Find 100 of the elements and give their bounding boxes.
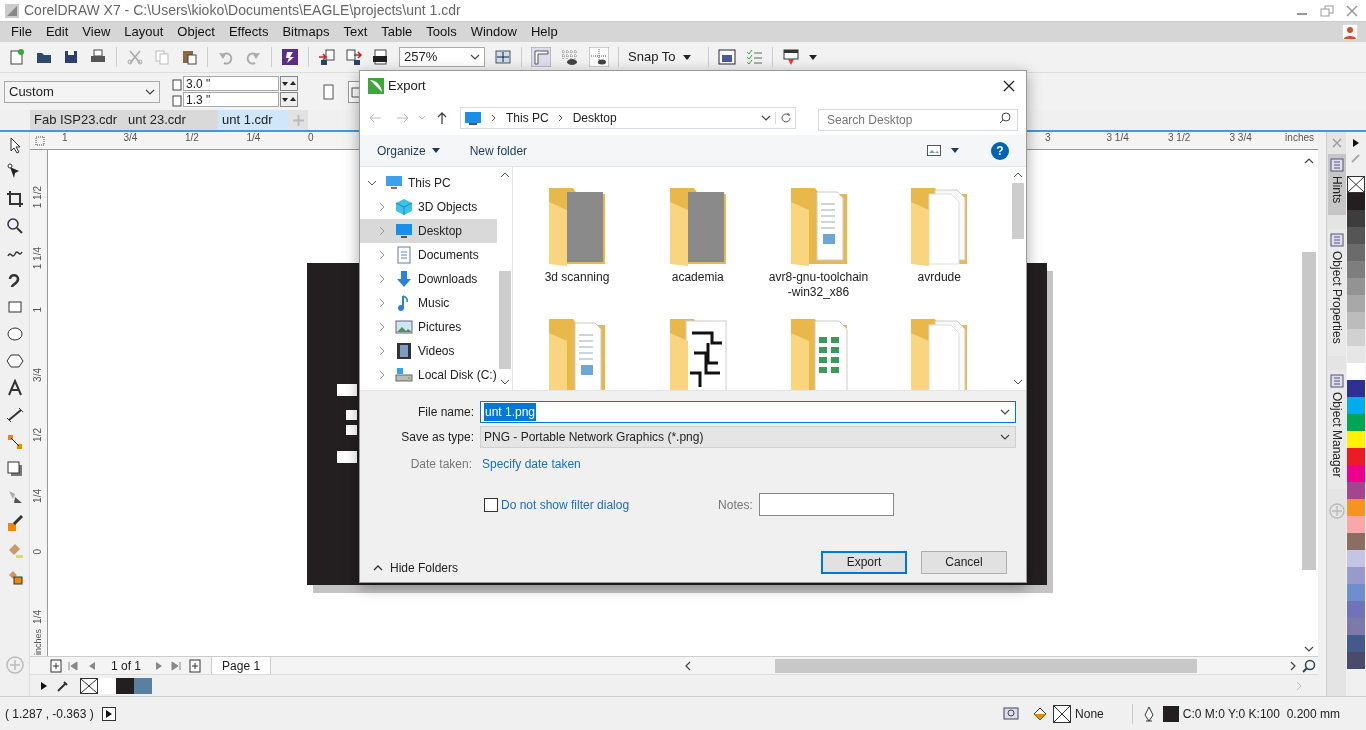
- docker-tab[interactable]: Hints: [1327, 154, 1346, 216]
- expanded-chevron-icon[interactable]: [367, 178, 377, 188]
- color-swatch[interactable]: [1347, 533, 1365, 550]
- hide-folders-button[interactable]: Hide Folders: [373, 559, 459, 577]
- menu-item[interactable]: Object: [170, 22, 222, 42]
- organize-menu[interactable]: Organize: [377, 141, 440, 160]
- scroll-thumb[interactable]: [498, 271, 511, 369]
- forward-arrow-icon[interactable]: [396, 111, 410, 124]
- menu-item[interactable]: Text: [336, 22, 375, 42]
- ellipse-icon[interactable]: [5, 325, 24, 343]
- color-swatch[interactable]: [1347, 431, 1365, 448]
- color-swatch[interactable]: [1347, 363, 1365, 380]
- menu-item[interactable]: File: [4, 22, 39, 42]
- help-button[interactable]: ?: [991, 141, 1009, 160]
- scroll-up-icon[interactable]: [1013, 172, 1023, 178]
- no-color-swatch-icon[interactable]: [80, 677, 98, 694]
- color-swatch[interactable]: [1347, 397, 1365, 414]
- first-page-icon[interactable]: [68, 660, 78, 671]
- scroll-down-icon[interactable]: [499, 379, 510, 385]
- color-swatch[interactable]: [98, 677, 116, 694]
- menu-item[interactable]: Window: [463, 22, 524, 42]
- menu-item[interactable]: Effects: [221, 22, 276, 42]
- page-tab[interactable]: Page 1: [211, 656, 272, 675]
- chevron-down-icon[interactable]: [470, 54, 480, 60]
- zoom-icon[interactable]: [5, 217, 24, 235]
- zoom-to-page-icon[interactable]: [494, 48, 512, 66]
- add-tool-icon[interactable]: [5, 656, 24, 674]
- filter-dialog-checkbox[interactable]: [484, 497, 498, 512]
- color-swatch[interactable]: [1347, 295, 1365, 312]
- menu-item[interactable]: Layout: [117, 22, 171, 42]
- last-page-icon[interactable]: [171, 660, 182, 671]
- navigation-item[interactable]: 3D Objects: [360, 195, 497, 219]
- color-swatch[interactable]: [1347, 244, 1365, 261]
- pdf-export-icon[interactable]: [372, 48, 390, 66]
- scroll-down-icon[interactable]: [1304, 646, 1314, 652]
- color-swatch[interactable]: [134, 677, 152, 694]
- snap-to-dropdown[interactable]: Snap To: [628, 47, 692, 67]
- document-tab[interactable]: unt 1.cdr: [218, 110, 288, 130]
- recent-caret-icon[interactable]: [418, 115, 426, 120]
- breadcrumb-item[interactable]: Desktop: [572, 108, 617, 127]
- color-swatch[interactable]: [1347, 465, 1365, 482]
- up-arrow-icon[interactable]: [436, 110, 448, 125]
- import-icon[interactable]: [318, 48, 336, 66]
- zoom-icon[interactable]: [1302, 658, 1316, 673]
- rulers-icon[interactable]: [531, 47, 551, 67]
- options-icon[interactable]: [718, 48, 737, 66]
- color-swatch[interactable]: [1347, 312, 1365, 329]
- color-swatch[interactable]: [1347, 210, 1365, 227]
- previous-page-icon[interactable]: [88, 660, 96, 671]
- navigation-scrollbar[interactable]: [497, 167, 513, 390]
- add-page-icon[interactable]: [189, 658, 202, 673]
- file-name[interactable]: avrdude: [889, 270, 990, 285]
- menu-item[interactable]: Bitmaps: [275, 22, 337, 42]
- color-swatch[interactable]: [1347, 278, 1365, 295]
- color-swatch[interactable]: [1347, 601, 1365, 618]
- width-field[interactable]: 3.0 ": [183, 76, 279, 91]
- color-swatch[interactable]: [1347, 193, 1365, 210]
- search-field[interactable]: Search Desktop: [818, 108, 1018, 131]
- eyedropper-icon[interactable]: [5, 514, 24, 532]
- play-icon[interactable]: [101, 706, 116, 721]
- export-icon[interactable]: [345, 48, 363, 66]
- application-launcher-icon[interactable]: [782, 48, 801, 66]
- caret-icon[interactable]: [809, 54, 818, 60]
- save-icon[interactable]: [62, 48, 80, 66]
- connector-icon[interactable]: [5, 433, 24, 451]
- breadcrumb-item[interactable]: This PC: [506, 108, 549, 127]
- navigation-item[interactable]: Local Disk (C:): [360, 363, 497, 387]
- no-color-swatch-icon[interactable]: [1347, 176, 1365, 193]
- spinner-icon[interactable]: [280, 92, 298, 107]
- dialog-button[interactable]: Cancel: [921, 550, 1007, 574]
- scroll-right-icon[interactable]: [1290, 660, 1296, 671]
- scroll-up-icon[interactable]: [499, 172, 510, 178]
- ruler-origin-icon[interactable]: [34, 135, 46, 147]
- menu-item[interactable]: Tools: [419, 22, 464, 42]
- polygon-icon[interactable]: [5, 352, 24, 370]
- text-tool-icon[interactable]: [5, 379, 24, 397]
- color-swatch[interactable]: [1347, 482, 1365, 499]
- checklist-icon[interactable]: [745, 48, 764, 66]
- file-name[interactable]: avr8-gnu-toolchain-win32_x86: [768, 270, 869, 300]
- back-arrow-icon[interactable]: [368, 111, 382, 124]
- horizontal-scroll-thumb[interactable]: [775, 658, 1198, 673]
- chevron-down-icon[interactable]: [145, 88, 155, 95]
- collapsed-chevron-icon[interactable]: [377, 346, 387, 356]
- paste-icon[interactable]: [180, 48, 198, 66]
- color-swatch[interactable]: [1347, 261, 1365, 278]
- menu-item[interactable]: View: [75, 22, 118, 42]
- menu-item[interactable]: Help: [523, 22, 565, 42]
- cut-icon[interactable]: [126, 48, 144, 66]
- color-swatch[interactable]: [1347, 414, 1365, 431]
- navigation-item[interactable]: Desktop: [360, 219, 497, 243]
- zoom-level-dropdown[interactable]: 257%: [399, 47, 485, 67]
- navigation-item[interactable]: Videos: [360, 339, 497, 363]
- color-swatch[interactable]: [1347, 346, 1365, 363]
- collapsed-chevron-icon[interactable]: [377, 298, 387, 308]
- notes-field[interactable]: [758, 493, 894, 516]
- collapsed-chevron-icon[interactable]: [377, 250, 387, 260]
- expand-arrow-icon[interactable]: [40, 680, 48, 691]
- color-swatch[interactable]: [1347, 635, 1365, 652]
- scroll-thumb[interactable]: [1302, 252, 1316, 570]
- file-name[interactable]: academia: [647, 270, 748, 285]
